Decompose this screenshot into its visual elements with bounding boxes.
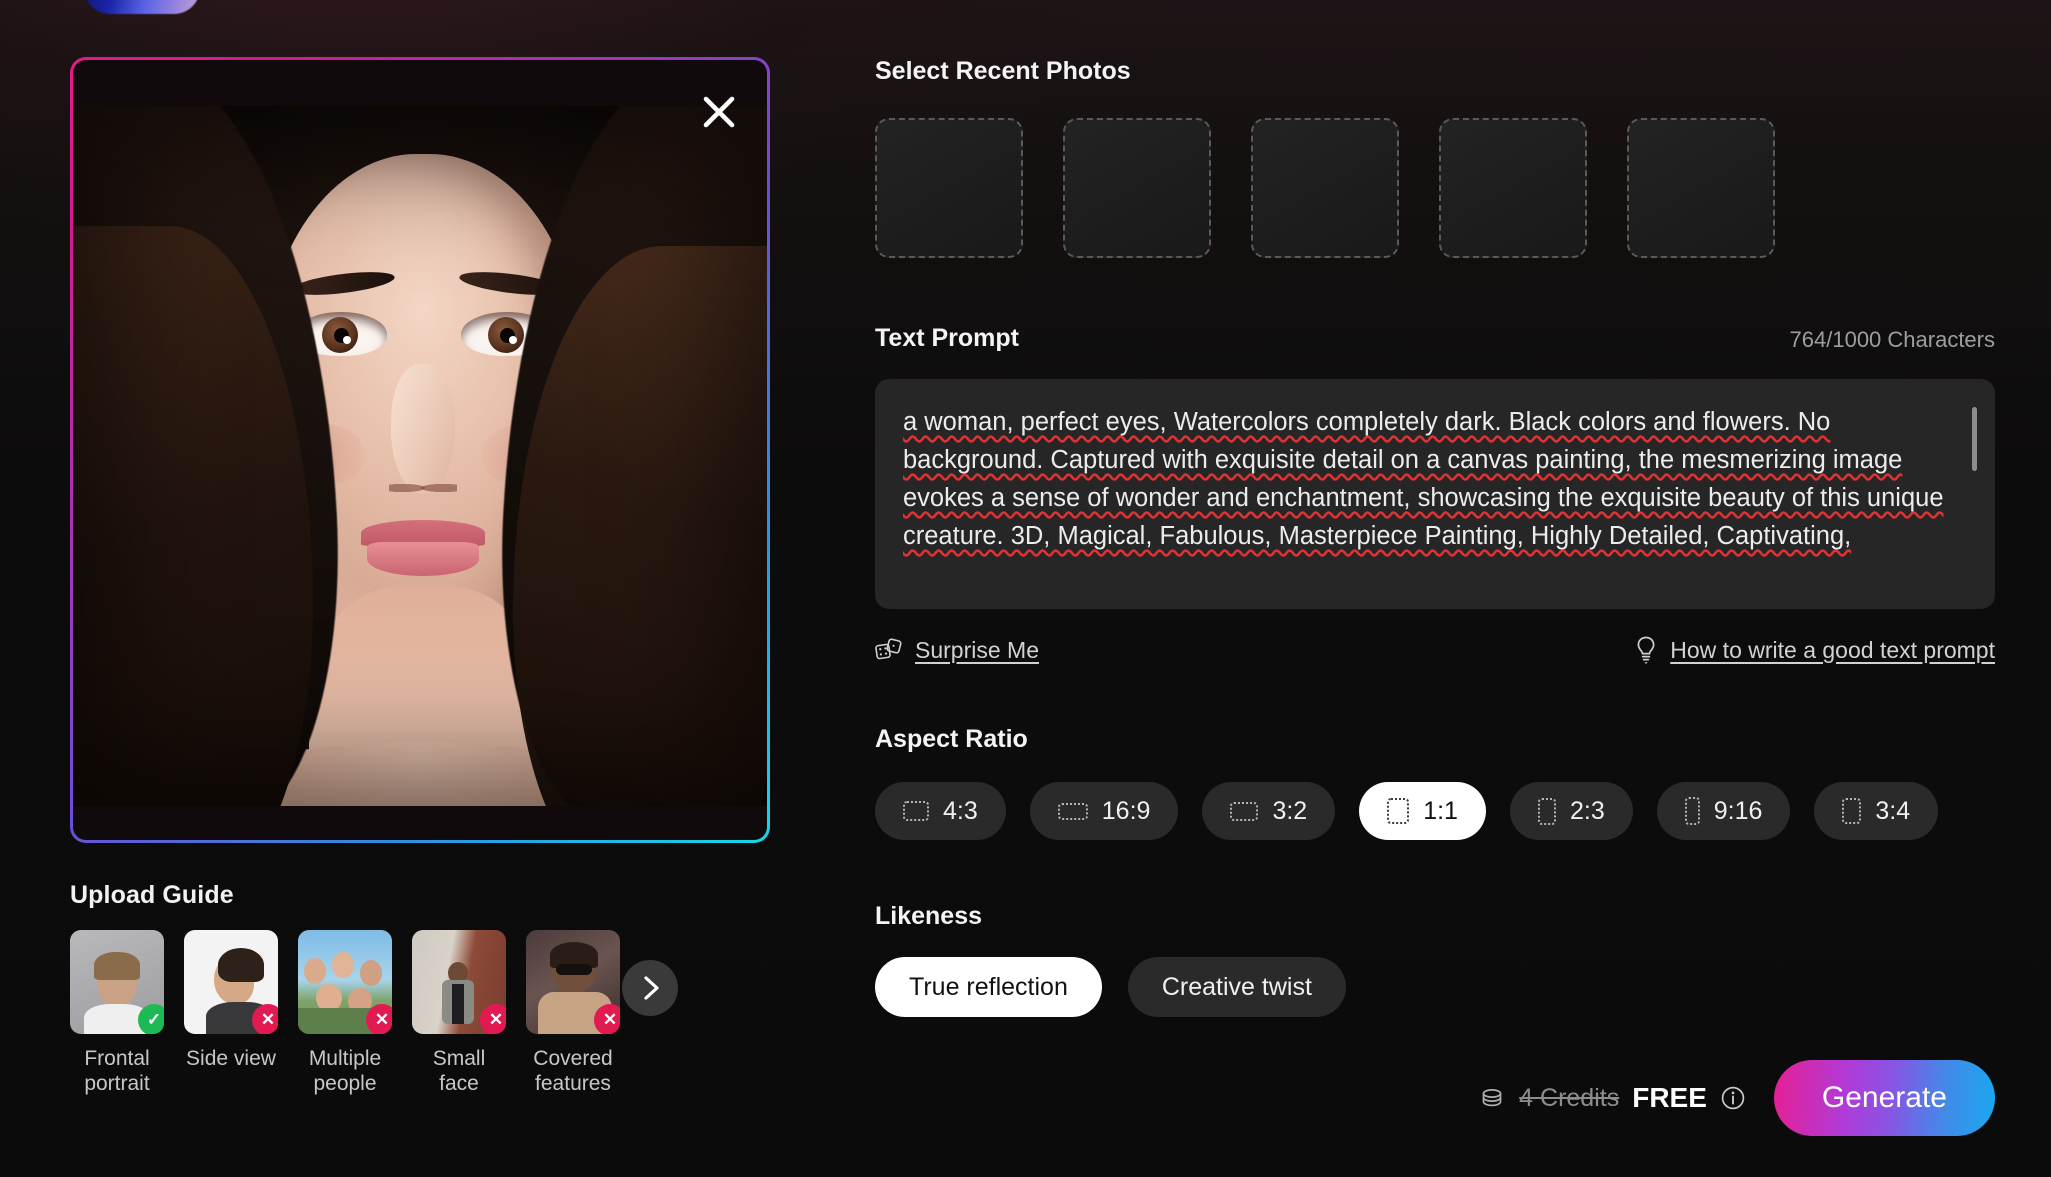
- likeness-chip-true-reflection[interactable]: True reflection: [875, 957, 1102, 1017]
- text-prompt-value: a woman, perfect eyes, Watercolors compl…: [903, 403, 1953, 555]
- likeness-options: True reflection Creative twist: [875, 957, 1995, 1017]
- surprise-me-label: Surprise Me: [915, 637, 1039, 664]
- how-to-write-prompt-link[interactable]: How to write a good text prompt: [1634, 635, 1995, 665]
- aspect-ratio-label: 3:2: [1272, 797, 1307, 826]
- aspect-ratio-chip-16-9[interactable]: 16:9: [1030, 782, 1179, 840]
- aspect-ratio-shape-icon: [1685, 797, 1700, 825]
- upload-guide-label: Covered features: [526, 1046, 620, 1096]
- upload-guide-next-button[interactable]: [622, 960, 678, 1016]
- aspect-ratio-shape-icon: [903, 801, 929, 821]
- aspect-ratio-shape-icon: [1387, 798, 1409, 824]
- upload-guide-label: Small face: [412, 1046, 506, 1096]
- close-icon: [702, 95, 736, 129]
- app-root: Upload Guide ✓ Frontal portrait ✕ Side view…: [0, 0, 2051, 1177]
- recent-photos-row: [875, 118, 1995, 258]
- coins-icon: [1478, 1084, 1506, 1112]
- credits-free-label: FREE: [1632, 1082, 1707, 1114]
- upload-guide-item[interactable]: ✕ Side view: [184, 930, 278, 1096]
- aspect-ratio-shape-icon: [1058, 803, 1088, 820]
- prompt-actions: Surprise Me How to write a good text pro…: [875, 635, 1995, 665]
- aspect-ratio-label: 1:1: [1423, 797, 1458, 826]
- upload-guide-thumbnail: ✕: [184, 930, 278, 1034]
- upload-guide-thumbnail: ✕: [298, 930, 392, 1034]
- cross-icon: ✕: [252, 1004, 278, 1034]
- aspect-ratio-chip-3-4[interactable]: 3:4: [1814, 782, 1938, 840]
- upload-guide-label: Multiple people: [298, 1046, 392, 1096]
- how-to-write-prompt-label: How to write a good text prompt: [1670, 637, 1995, 664]
- credits-info: 4 Credits FREE: [1478, 1082, 1746, 1114]
- aspect-ratio-shape-icon: [1842, 798, 1861, 824]
- recent-photo-slot[interactable]: [1251, 118, 1399, 258]
- aspect-ratio-label: 9:16: [1714, 797, 1763, 826]
- text-prompt-title: Text Prompt: [875, 324, 1019, 353]
- recent-photo-slot[interactable]: [875, 118, 1023, 258]
- upload-guide-section: Upload Guide ✓ Frontal portrait ✕ Side view…: [70, 881, 770, 1140]
- cross-icon: ✕: [366, 1004, 392, 1034]
- upload-guide-carousel: ✓ Frontal portrait ✕ Side view ✕ Multiple peo…: [70, 930, 770, 1140]
- upload-guide-item[interactable]: ✕ Multiple people: [298, 930, 392, 1096]
- aspect-ratio-options: 4:3 16:9 3:2 1:1 2:3 9:16 3:4: [875, 782, 1995, 840]
- uploaded-photo-preview: [70, 57, 770, 843]
- aspect-ratio-shape-icon: [1230, 802, 1258, 821]
- aspect-ratio-label: 3:4: [1875, 797, 1910, 826]
- info-circle-icon[interactable]: [1720, 1085, 1746, 1111]
- upload-guide-label: Frontal portrait: [70, 1046, 164, 1096]
- aspect-ratio-chip-1-1[interactable]: 1:1: [1359, 782, 1486, 840]
- likeness-chip-creative-twist[interactable]: Creative twist: [1128, 957, 1346, 1017]
- upload-guide-label: Side view: [184, 1046, 278, 1071]
- right-panel: Select Recent Photos Text Prompt 764/100…: [875, 57, 1995, 1017]
- text-prompt-scrollbar[interactable]: [1972, 407, 1977, 471]
- aspect-ratio-chip-4-3[interactable]: 4:3: [875, 782, 1006, 840]
- upload-guide-thumbnail: ✕: [526, 930, 620, 1034]
- aspect-ratio-label: 4:3: [943, 797, 978, 826]
- aspect-ratio-chip-3-2[interactable]: 3:2: [1202, 782, 1335, 840]
- recent-photo-slot[interactable]: [1439, 118, 1587, 258]
- aspect-ratio-title: Aspect Ratio: [875, 725, 1995, 754]
- upload-guide-item[interactable]: ✓ Frontal portrait: [70, 930, 164, 1096]
- aspect-ratio-chip-2-3[interactable]: 2:3: [1510, 782, 1633, 840]
- aspect-ratio-label: 16:9: [1102, 797, 1151, 826]
- check-icon: ✓: [138, 1004, 164, 1034]
- character-counter: 764/1000 Characters: [1790, 327, 1995, 353]
- likeness-title: Likeness: [875, 902, 1995, 931]
- credits-original-cost: 4 Credits: [1519, 1084, 1619, 1113]
- left-panel: Upload Guide ✓ Frontal portrait ✕ Side view…: [70, 57, 770, 1140]
- text-prompt-input[interactable]: a woman, perfect eyes, Watercolors compl…: [875, 379, 1995, 609]
- brand-logo-blob: [84, 0, 200, 14]
- upload-guide-item[interactable]: ✕ Covered features: [526, 930, 620, 1096]
- prompt-header: Text Prompt 764/1000 Characters: [875, 324, 1995, 353]
- aspect-ratio-chip-9-16[interactable]: 9:16: [1657, 782, 1791, 840]
- lightbulb-icon: [1634, 635, 1658, 665]
- generate-button-label: Generate: [1822, 1081, 1947, 1115]
- cross-icon: ✕: [594, 1004, 620, 1034]
- uploaded-photo-image: [73, 106, 767, 806]
- upload-guide-thumbnail: ✕: [412, 930, 506, 1034]
- recent-photo-slot[interactable]: [1063, 118, 1211, 258]
- upload-guide-thumbnail: ✓: [70, 930, 164, 1034]
- recent-photo-slot[interactable]: [1627, 118, 1775, 258]
- close-preview-button[interactable]: [697, 90, 741, 134]
- chevron-right-icon: [637, 975, 663, 1001]
- dice-icon: [875, 637, 903, 663]
- upload-guide-item[interactable]: ✕ Small face: [412, 930, 506, 1096]
- upload-guide-title: Upload Guide: [70, 881, 770, 910]
- aspect-ratio-label: 2:3: [1570, 797, 1605, 826]
- surprise-me-button[interactable]: Surprise Me: [875, 637, 1039, 664]
- cross-icon: ✕: [480, 1004, 506, 1034]
- aspect-ratio-shape-icon: [1538, 798, 1556, 825]
- generate-button[interactable]: Generate: [1774, 1060, 1995, 1136]
- recent-photos-title: Select Recent Photos: [875, 57, 1995, 86]
- footer-bar: 4 Credits FREE Generate: [875, 1060, 1995, 1136]
